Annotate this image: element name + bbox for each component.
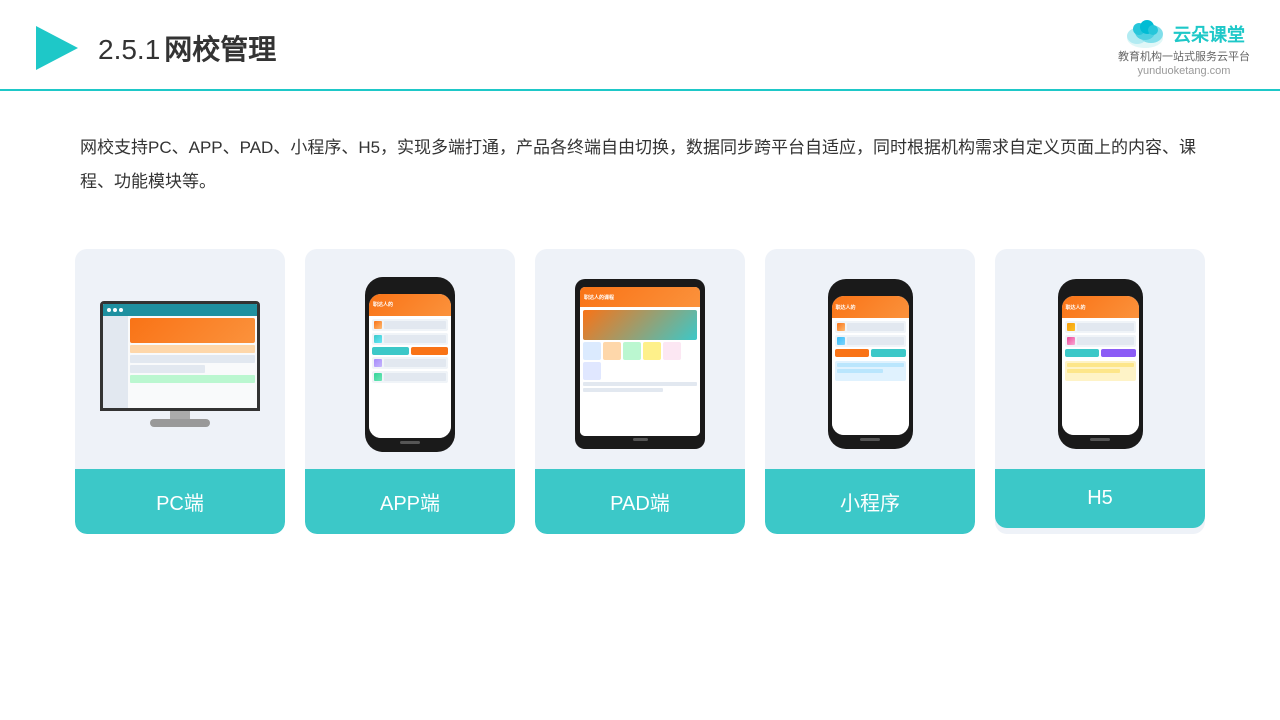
app-mockup: 职达人的 [365,277,455,452]
logo-area: 云朵课堂 教育机构一站式服务云平台 yunduoketang.com [1118,18,1250,77]
logo-name: 云朵课堂 [1173,21,1245,47]
page-title: 2.5.1网校管理 [98,28,276,68]
card-miniprogram: 职达人的 [765,249,975,534]
description-text: 网校支持PC、APP、PAD、小程序、H5，实现多端打通，产品各终端自由切换，数… [0,91,1280,219]
card-miniprogram-label: 小程序 [765,469,975,534]
card-h5-label: H5 [995,469,1205,528]
header-left: 2.5.1网校管理 [30,22,276,74]
card-h5: 职达人的 [995,249,1205,534]
logo-tagline: 教育机构一站式服务云平台 [1118,50,1250,65]
pc-mockup [100,301,260,427]
card-pc-label: PC端 [75,469,285,534]
card-pc: PC端 [75,249,285,534]
h5-mockup: 职达人的 [1058,279,1143,449]
card-app: 职达人的 [305,249,515,534]
cards-container: PC端 职达人的 [0,229,1280,554]
card-pad-label: PAD端 [535,469,745,534]
logo-url: yunduoketang.com [1138,65,1231,77]
brand-logo-icon [30,22,82,74]
cloud-icon [1123,18,1167,50]
card-app-label: APP端 [305,469,515,534]
card-pad: 职达人的课程 [535,249,745,534]
miniprogram-mockup: 职达人的 [828,279,913,449]
pad-mockup: 职达人的课程 [575,279,705,449]
header: 2.5.1网校管理 云朵课堂 教育机构一站式服务云平台 yunduoketang… [0,0,1280,91]
